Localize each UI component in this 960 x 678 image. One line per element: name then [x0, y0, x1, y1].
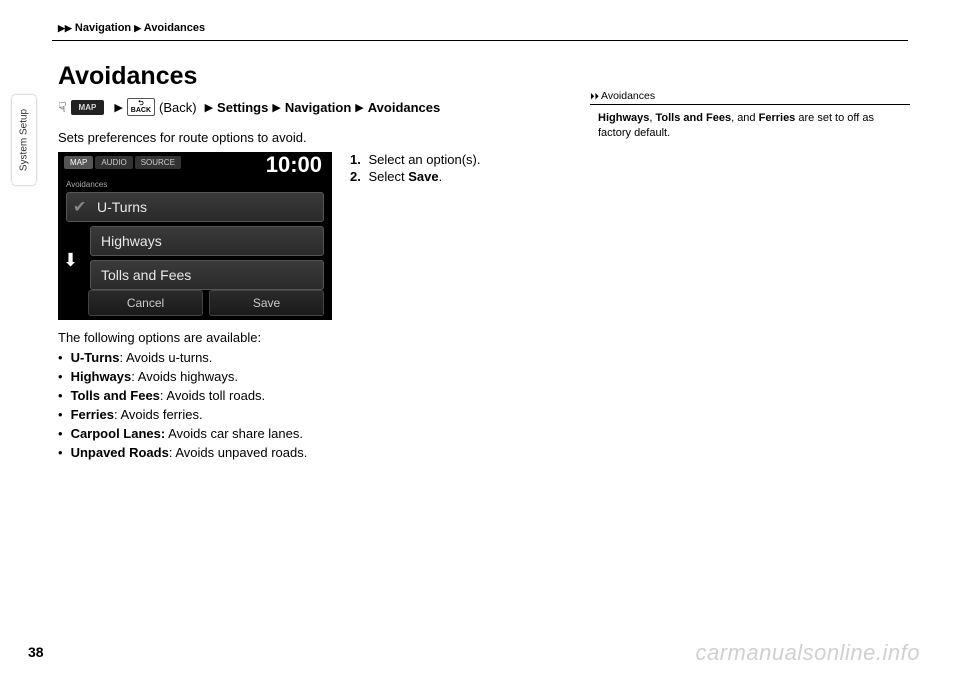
- options-list: U-Turns: Avoids u-turns. Highways: Avoid…: [58, 350, 307, 464]
- option-name: Ferries: [71, 407, 114, 422]
- option-unpaved: Unpaved Roads: Avoids unpaved roads.: [58, 445, 307, 460]
- breadcrumb-nav: Navigation: [75, 22, 131, 34]
- right-heading: ⏵⏵Avoidances: [590, 90, 910, 105]
- option-name: Carpool Lanes:: [71, 426, 166, 441]
- page-title: Avoidances: [58, 62, 197, 91]
- right-bold: Highways: [598, 112, 649, 124]
- triangle-icon: ▶: [114, 101, 122, 114]
- triangle-icon: ▶: [205, 101, 213, 114]
- screenshot-tab-map: MAP: [64, 156, 93, 169]
- screenshot-tab-source: SOURCE: [135, 156, 181, 169]
- intro-text: Sets preferences for route options to av…: [58, 130, 307, 145]
- right-column: ⏵⏵Avoidances Highways, Tolls and Fees, a…: [590, 90, 910, 142]
- triangle-icon: ▶: [272, 101, 280, 114]
- following-text: The following options are available:: [58, 330, 261, 345]
- steps: 1. Select an option(s). 2. Select Save.: [350, 152, 480, 186]
- right-text: , and: [731, 112, 759, 124]
- side-tab: System Setup: [12, 95, 36, 185]
- step-text: Select an option(s).: [365, 152, 481, 167]
- screenshot-save-button: Save: [209, 290, 324, 316]
- option-desc: : Avoids unpaved roads.: [169, 445, 308, 460]
- option-desc: Avoids car share lanes.: [165, 426, 303, 441]
- watermark: carmanualsonline.info: [695, 640, 920, 666]
- nav-path: ☟ MAP ▶ ⮌ BACK (Back) ▶ Settings ▶ Navig…: [58, 98, 440, 116]
- triangle-icon: ▶▶: [58, 23, 72, 33]
- step-text: .: [439, 169, 443, 184]
- option-uturns: U-Turns: Avoids u-turns.: [58, 350, 307, 365]
- right-heading-text: Avoidances: [601, 90, 655, 102]
- step-1: 1. Select an option(s).: [350, 152, 480, 167]
- option-highways: Highways: Avoids highways.: [58, 369, 307, 384]
- screenshot-tab-audio: AUDIO: [95, 156, 132, 169]
- hand-icon: ☟: [58, 99, 67, 116]
- breadcrumb-page: Avoidances: [144, 22, 205, 34]
- screenshot-item-label: U-Turns: [97, 199, 147, 215]
- horizontal-rule: [52, 40, 908, 41]
- step-2: 2. Select Save.: [350, 169, 480, 184]
- right-body: Highways, Tolls and Fees, and Ferries ar…: [590, 111, 910, 142]
- step-number: 2.: [350, 169, 361, 184]
- right-bold: Tolls and Fees: [655, 112, 731, 124]
- screenshot-item-highways: Highways: [90, 226, 324, 256]
- option-desc: : Avoids u-turns.: [119, 350, 212, 365]
- breadcrumb: ▶▶ Navigation ▶ Avoidances: [58, 22, 205, 34]
- screenshot-item-uturns: ✔ U-Turns: [66, 192, 324, 222]
- page-number: 38: [28, 644, 44, 660]
- check-icon: ✔: [73, 197, 86, 217]
- triangle-icon: ▶: [355, 101, 363, 114]
- option-ferries: Ferries: Avoids ferries.: [58, 407, 307, 422]
- side-tab-label: System Setup: [19, 109, 30, 171]
- option-desc: : Avoids highways.: [131, 369, 238, 384]
- right-bold: Ferries: [759, 112, 796, 124]
- option-carpool: Carpool Lanes: Avoids car share lanes.: [58, 426, 307, 441]
- voice-icon: ⏵⏵: [590, 91, 599, 101]
- scroll-down-icon: ⬇: [63, 250, 78, 271]
- option-name: Tolls and Fees: [71, 388, 160, 403]
- option-desc: : Avoids toll roads.: [160, 388, 265, 403]
- option-tolls: Tolls and Fees: Avoids toll roads.: [58, 388, 307, 403]
- screenshot-item-tolls: Tolls and Fees: [90, 260, 324, 290]
- device-screenshot: MAP AUDIO SOURCE 10:00 Avoidances ✔ U-Tu…: [58, 152, 332, 320]
- path-navigation: Navigation: [285, 100, 351, 115]
- option-desc: : Avoids ferries.: [114, 407, 203, 422]
- option-name: U-Turns: [71, 350, 120, 365]
- back-label: (Back): [159, 100, 197, 115]
- triangle-icon: ▶: [134, 23, 141, 33]
- option-name: Highways: [71, 369, 132, 384]
- step-number: 1.: [350, 152, 361, 167]
- map-hardkey: MAP: [71, 100, 105, 115]
- option-name: Unpaved Roads: [71, 445, 169, 460]
- step-text: Select: [365, 169, 408, 184]
- screenshot-sublabel: Avoidances: [66, 180, 107, 189]
- screenshot-clock: 10:00: [266, 152, 322, 178]
- path-settings: Settings: [217, 100, 268, 115]
- screenshot-cancel-button: Cancel: [88, 290, 203, 316]
- step-save-label: Save: [408, 169, 438, 184]
- path-avoidances: Avoidances: [368, 100, 441, 115]
- back-hardkey: ⮌ BACK: [127, 98, 155, 116]
